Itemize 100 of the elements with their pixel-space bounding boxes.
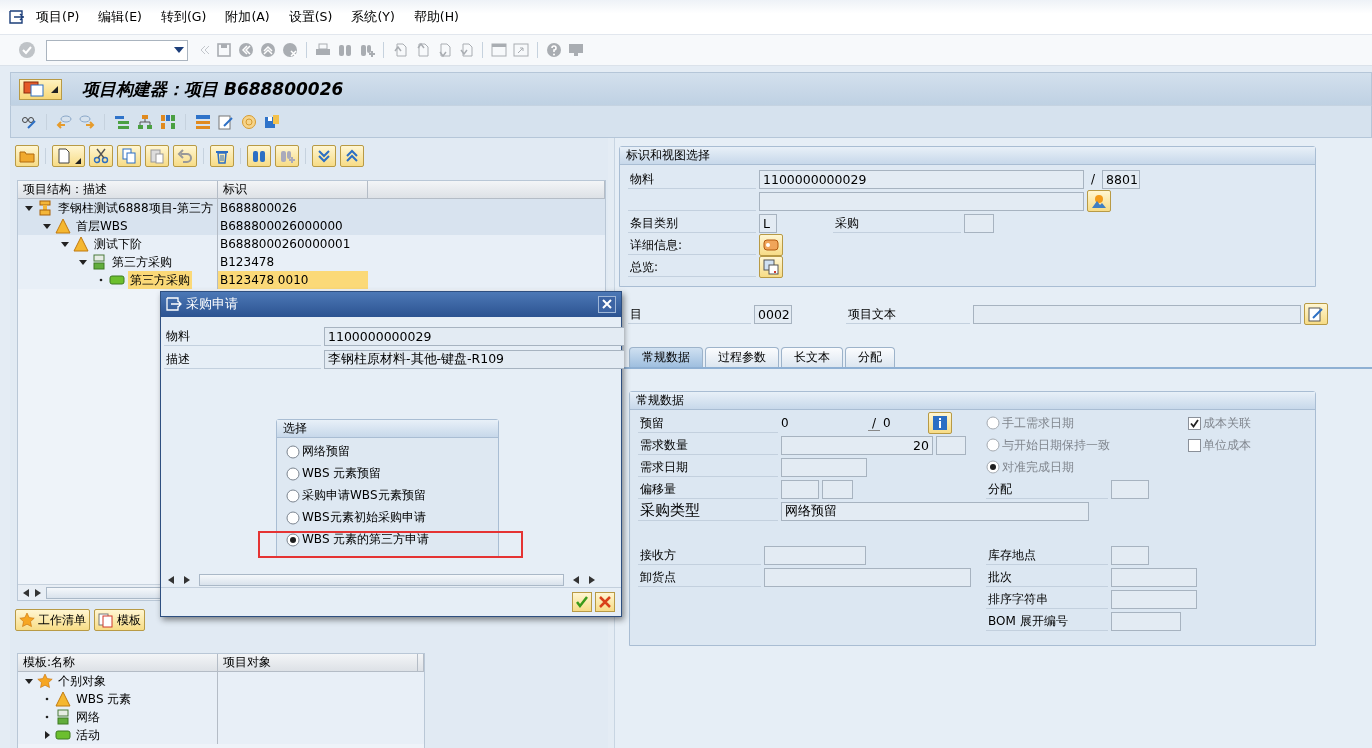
radio-icon[interactable] [286, 488, 300, 503]
toolbar-button[interactable]: 工作清单 [15, 609, 90, 631]
toolbar-button[interactable]: 模板 [94, 609, 145, 631]
input-field[interactable]: L [759, 213, 777, 233]
tree-node[interactable]: WBS 元素 [74, 690, 134, 708]
input-field[interactable] [1111, 567, 1197, 587]
input-field[interactable] [964, 213, 994, 233]
menu-item[interactable]: 转到(G) [150, 8, 216, 26]
tab[interactable]: 过程参数 [705, 347, 779, 367]
menu-item[interactable]: 编辑(E) [88, 8, 151, 26]
input-field[interactable]: 0002 [754, 304, 792, 324]
cancel-icon[interactable] [282, 42, 298, 58]
undo-button[interactable] [173, 145, 197, 167]
paste-button[interactable] [145, 145, 169, 167]
info-button[interactable] [928, 412, 953, 434]
input-field[interactable] [764, 567, 971, 587]
tree-node[interactable]: 活动 [74, 726, 102, 744]
monitor-icon[interactable] [568, 42, 584, 58]
coin-icon[interactable] [241, 113, 257, 130]
edit-icon[interactable] [218, 113, 234, 130]
caret-down-icon[interactable] [42, 221, 52, 231]
input-field[interactable] [973, 304, 1301, 324]
cancel-button[interactable] [595, 592, 615, 613]
check-icon[interactable] [18, 41, 36, 59]
scroll-left-icon[interactable] [572, 574, 580, 585]
command-field[interactable] [46, 39, 188, 61]
caret-right-icon[interactable] [42, 730, 52, 740]
new-window-icon[interactable] [491, 42, 507, 58]
input-field[interactable] [1111, 589, 1197, 609]
input-field[interactable] [1111, 611, 1181, 631]
menu-item[interactable]: 附加(A) [215, 8, 279, 26]
caret-down-icon[interactable] [78, 257, 88, 267]
radio-option[interactable]: 采购申请WBS元素预留 [286, 487, 426, 505]
detail-button[interactable] [759, 234, 783, 256]
radio-icon[interactable] [286, 510, 300, 525]
input-field[interactable]: 李钢柱原材料-其他-键盘-R109 [324, 349, 624, 369]
scrollbar-thumb[interactable] [199, 573, 564, 586]
floppy-icon[interactable] [264, 113, 280, 130]
input-field[interactable] [1111, 479, 1149, 499]
scroll-right-icon[interactable] [34, 587, 42, 598]
tree-node[interactable]: 李钢柱测试6888项目-第三方 [56, 199, 215, 217]
next-page-icon[interactable] [436, 42, 452, 58]
input-field[interactable]: 8801 [1102, 169, 1141, 189]
tree-node[interactable]: 第三方采购 [110, 253, 174, 271]
scroll-left-icon[interactable] [167, 574, 175, 585]
menu-icon[interactable] [8, 9, 26, 25]
column-header[interactable]: 项目结构：描述 [18, 181, 218, 199]
radio-option[interactable]: WBS元素初始采购申请 [286, 509, 426, 527]
input-field[interactable] [764, 545, 866, 565]
input-field[interactable]: 1100000000029 [324, 326, 624, 346]
radio-icon[interactable] [286, 466, 300, 481]
shortcut-icon[interactable] [513, 42, 529, 58]
menu-item[interactable]: 帮助(H) [403, 8, 468, 26]
menu-button[interactable] [19, 78, 62, 100]
menu-item[interactable]: 项目(P) [26, 8, 89, 26]
input-field[interactable]: 20 [781, 435, 933, 455]
caret-down-icon[interactable] [24, 676, 34, 686]
save-icon[interactable] [216, 42, 232, 58]
radio-icon[interactable] [286, 532, 300, 547]
close-button[interactable] [598, 295, 616, 313]
input-field[interactable] [781, 479, 819, 499]
input-field[interactable]: 网络预留 [781, 501, 1089, 521]
input-field[interactable] [1111, 545, 1149, 565]
menu-item[interactable]: 系统(Y) [341, 8, 404, 26]
print-icon[interactable] [315, 42, 331, 58]
trash-button[interactable] [210, 145, 234, 167]
indent-icon[interactable] [114, 113, 130, 130]
arrow-right-icon[interactable] [79, 113, 95, 130]
chevron-up-button[interactable] [340, 145, 364, 167]
up-icon[interactable] [260, 42, 276, 58]
confirm-button[interactable] [572, 592, 592, 613]
copy-button[interactable] [117, 145, 141, 167]
previous-page-icon[interactable] [414, 42, 430, 58]
caret-down-icon[interactable] [60, 239, 70, 249]
back-icon[interactable] [238, 42, 254, 58]
edit-button[interactable] [1304, 303, 1328, 325]
first-page-icon[interactable] [392, 42, 408, 58]
tree-node[interactable]: 第三方采购 [128, 271, 192, 289]
chevron-down-button[interactable] [312, 145, 336, 167]
input-field[interactable] [759, 191, 1084, 211]
tab[interactable]: 常规数据 [629, 347, 703, 367]
grid-icon[interactable] [160, 113, 176, 130]
caret-down-icon[interactable] [24, 203, 34, 213]
input-field[interactable] [936, 435, 966, 455]
tree-node[interactable]: 首层WBS [74, 217, 130, 235]
hierarchy-icon[interactable] [137, 113, 153, 130]
folder-button[interactable] [15, 145, 39, 167]
scroll-right-icon[interactable] [588, 574, 596, 585]
tree-node[interactable]: 测试下阶 [92, 235, 144, 253]
column-header[interactable]: 项目对象 [218, 654, 418, 672]
menu-item[interactable]: 设置(S) [278, 8, 342, 26]
column-header[interactable]: 模板:名称 [18, 654, 218, 672]
overview-button[interactable] [759, 256, 783, 278]
table-icon[interactable] [195, 113, 211, 130]
mountain-button[interactable] [1087, 190, 1111, 212]
tab[interactable]: 分配 [845, 347, 895, 367]
tree-node[interactable]: 个别对象 [56, 672, 108, 690]
scroll-left-icon[interactable] [22, 587, 30, 598]
arrow-left-icon[interactable] [56, 113, 72, 130]
radio-option[interactable]: WBS 元素的第三方申请 [286, 531, 430, 549]
